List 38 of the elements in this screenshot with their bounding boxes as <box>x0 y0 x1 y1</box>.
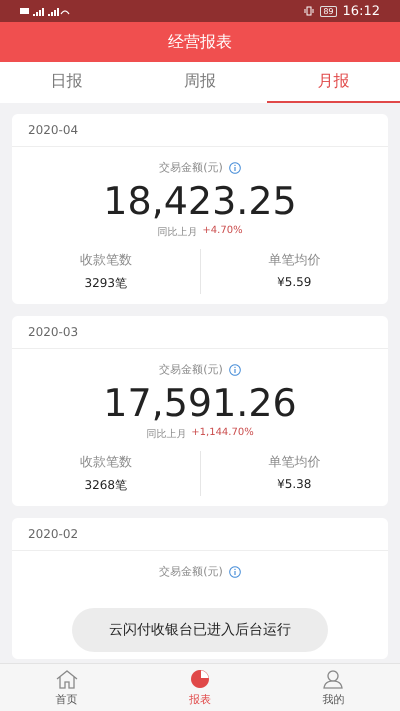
amount-label: 交易金额(元) <box>159 564 223 579</box>
compare-label: 同比上月 <box>157 226 198 239</box>
status-time: 16:12 <box>342 4 380 18</box>
nav-item[interactable]: 报表 <box>133 664 267 711</box>
compare-label: 同比上月 <box>146 428 186 441</box>
nav-item[interactable]: 首页 <box>0 664 134 711</box>
amount-label: 交易金额(元) <box>159 160 223 175</box>
stat-label: 单笔均价 <box>268 454 320 471</box>
amount-value: 17,591.26 <box>103 380 297 427</box>
tab[interactable]: 月报 <box>266 62 400 103</box>
stat-value: 3268笔 <box>84 477 128 494</box>
tab[interactable]: 周报 <box>133 62 267 103</box>
signal-icon <box>20 6 70 16</box>
nav-item[interactable]: 我的 <box>266 664 400 711</box>
vibrate-icon <box>304 6 314 16</box>
compare-value: +4.70% <box>202 225 243 238</box>
amount-label: 交易金额(元) <box>159 362 223 377</box>
pie-chart-icon <box>188 668 211 688</box>
info-icon[interactable] <box>228 162 241 174</box>
tab[interactable]: 日报 <box>0 62 134 103</box>
stat-value: ¥5.59 <box>277 275 312 289</box>
battery-level: 89 <box>320 6 337 16</box>
stat-label: 单笔均价 <box>268 252 320 269</box>
user-icon <box>322 668 344 688</box>
amount-value: 18,423.25 <box>103 178 297 225</box>
stat-label: 收款笔数 <box>80 454 132 471</box>
info-icon[interactable] <box>228 566 241 578</box>
compare-value: +1,144.70% <box>191 427 254 440</box>
stat-label: 收款笔数 <box>80 252 132 269</box>
info-icon[interactable] <box>228 364 241 376</box>
home-icon <box>54 668 79 688</box>
report-month: 2020-04 <box>28 123 78 137</box>
stat-value: 3293笔 <box>84 275 128 292</box>
page-title: 经营报表 <box>168 32 232 52</box>
toast-message: 云闪付收银台已进入后台运行 <box>72 608 328 652</box>
report-month: 2020-02 <box>28 527 78 541</box>
stat-value: ¥5.38 <box>277 477 312 491</box>
report-month: 2020-03 <box>28 325 78 339</box>
